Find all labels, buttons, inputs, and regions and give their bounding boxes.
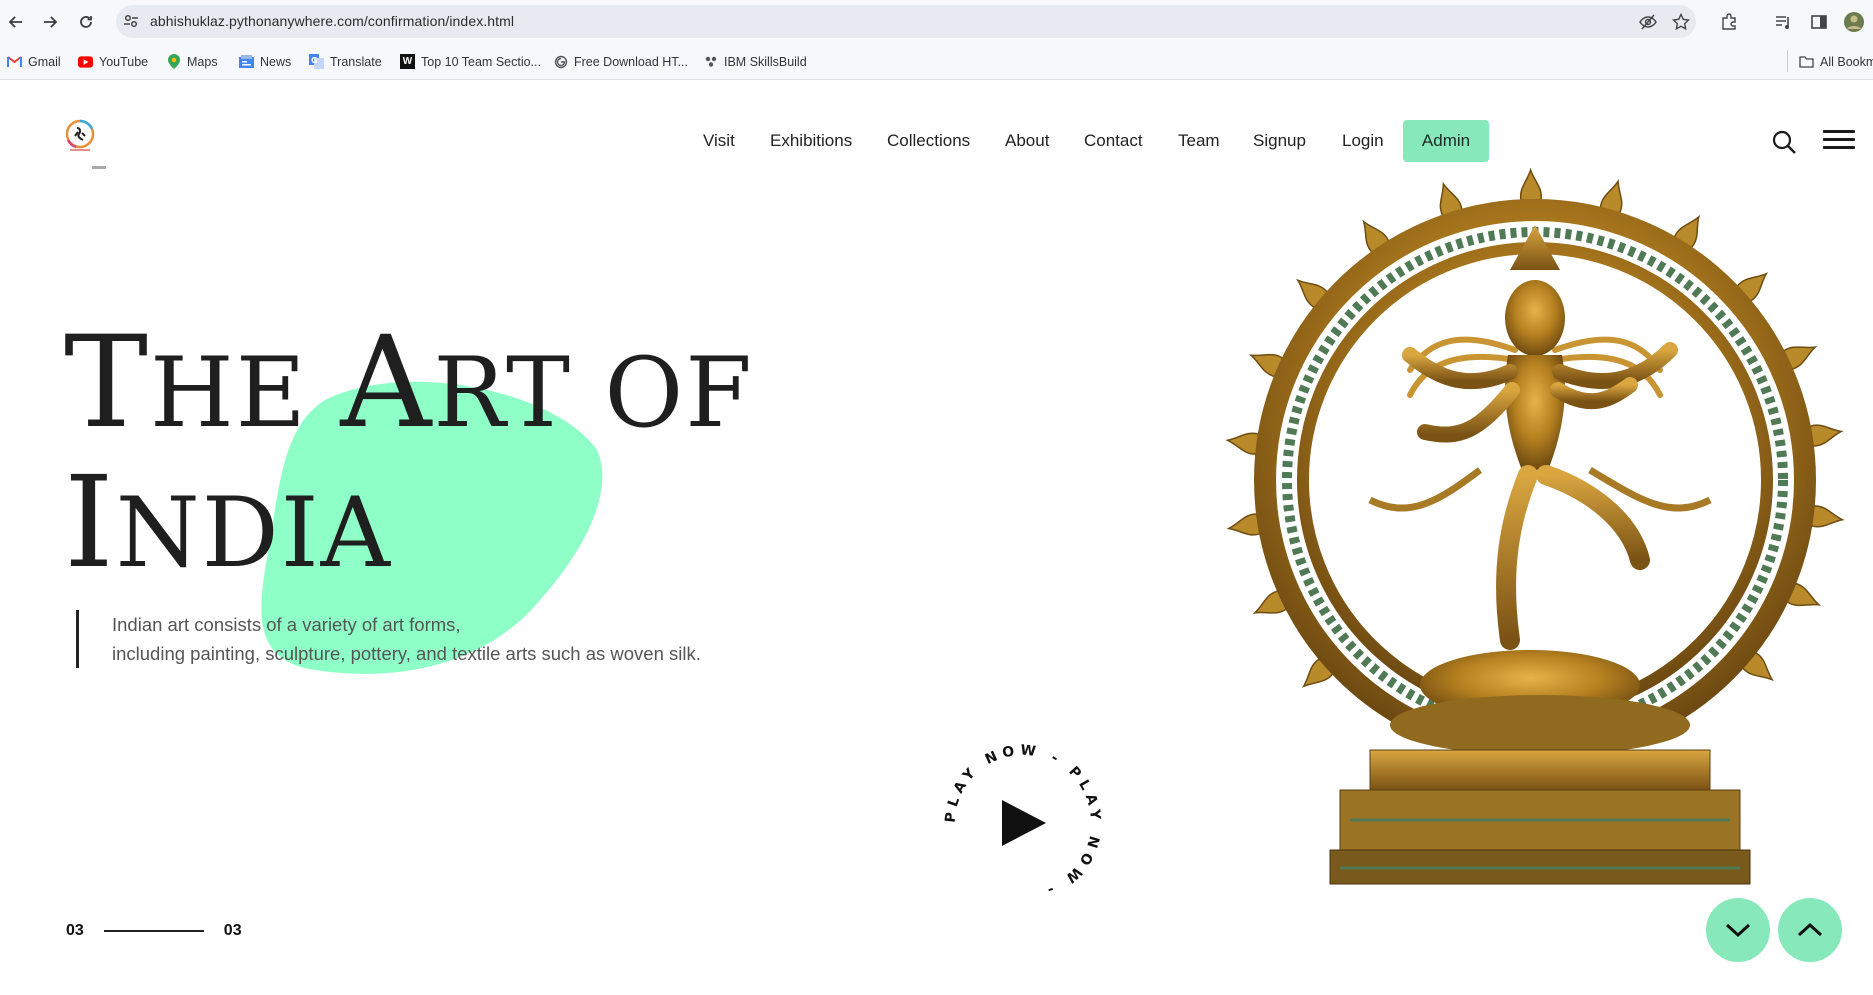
folder-icon bbox=[1799, 54, 1814, 69]
bookmark-star-icon[interactable] bbox=[1670, 11, 1692, 33]
globe-icon bbox=[553, 54, 568, 69]
url-text[interactable]: abhishuklaz.pythonanywhere.com/confirmat… bbox=[150, 13, 514, 29]
nav-exhibitions[interactable]: Exhibitions bbox=[770, 120, 852, 162]
slide-current: 03 bbox=[66, 922, 84, 939]
hero-title-line-2: INDIA bbox=[64, 449, 392, 596]
slide-counter: 03 03 bbox=[66, 922, 242, 940]
hero-title: THE ART OF INDIA bbox=[64, 318, 754, 598]
news-icon bbox=[239, 54, 254, 69]
site-info-icon[interactable] bbox=[122, 12, 140, 30]
web-page: Visit Exhibitions Collections About Cont… bbox=[0, 80, 1873, 995]
nav-collections[interactable]: Collections bbox=[887, 120, 970, 162]
chevron-up-icon bbox=[1797, 922, 1823, 937]
w-icon: W bbox=[400, 54, 415, 69]
play-now-button[interactable]: PLAY NOW - PLAY NOW - bbox=[938, 738, 1108, 908]
museum-logo[interactable] bbox=[62, 118, 98, 154]
bookmark-maps[interactable]: Maps bbox=[166, 54, 218, 69]
bookmarks-bar: Gmail YouTube Maps News G Translate W To… bbox=[0, 44, 1873, 80]
scroll-up-button[interactable] bbox=[1778, 898, 1842, 962]
extensions-icon[interactable] bbox=[1718, 11, 1740, 33]
hero-description-line-1: Indian art consists of a variety of art … bbox=[112, 614, 461, 635]
nav-about[interactable]: About bbox=[1005, 120, 1049, 162]
ibm-icon bbox=[703, 54, 718, 69]
reading-list-icon[interactable] bbox=[1772, 11, 1794, 33]
nav-visit[interactable]: Visit bbox=[703, 120, 735, 162]
profile-avatar-icon[interactable] bbox=[1843, 11, 1865, 33]
nataraja-statue-image bbox=[1225, 167, 1845, 885]
reload-icon[interactable] bbox=[74, 10, 98, 34]
bookmark-news[interactable]: News bbox=[239, 54, 291, 69]
bookmark-top10[interactable]: W Top 10 Team Sectio... bbox=[400, 54, 541, 69]
svg-text:G: G bbox=[311, 56, 318, 65]
nav-contact[interactable]: Contact bbox=[1084, 120, 1143, 162]
bookmark-free-download[interactable]: Free Download HT... bbox=[553, 54, 688, 69]
side-panel-icon[interactable] bbox=[1808, 11, 1830, 33]
gmail-icon bbox=[7, 54, 22, 69]
all-bookmarks[interactable]: All Bookm bbox=[1799, 54, 1873, 69]
chevron-down-icon bbox=[1725, 923, 1751, 938]
hero-description: Indian art consists of a variety of art … bbox=[76, 610, 701, 668]
back-icon[interactable] bbox=[4, 10, 28, 34]
play-circle: PLAY NOW - PLAY NOW - bbox=[943, 742, 1099, 899]
slide-progress-line bbox=[103, 930, 204, 932]
bookmark-translate[interactable]: G Translate bbox=[309, 54, 382, 69]
play-icon bbox=[1002, 800, 1046, 846]
browser-toolbar: abhishuklaz.pythonanywhere.com/confirmat… bbox=[0, 0, 1873, 44]
hero-title-line-1: THE ART OF bbox=[64, 309, 754, 456]
slide-total: 03 bbox=[223, 922, 242, 939]
youtube-icon bbox=[78, 54, 93, 69]
maps-icon bbox=[166, 54, 181, 69]
eye-off-icon[interactable] bbox=[1637, 11, 1659, 33]
bookmark-youtube[interactable]: YouTube bbox=[78, 54, 148, 69]
scroll-down-button[interactable] bbox=[1706, 898, 1770, 962]
hero-description-line-2: including painting, sculpture, pottery, … bbox=[112, 643, 701, 664]
bookmark-ibm[interactable]: IBM SkillsBuild bbox=[703, 54, 807, 69]
logo-underline bbox=[92, 166, 106, 169]
bookmarks-divider bbox=[1787, 50, 1788, 72]
forward-icon[interactable] bbox=[38, 10, 62, 34]
bookmark-gmail[interactable]: Gmail bbox=[7, 54, 61, 69]
translate-icon: G bbox=[309, 54, 324, 69]
